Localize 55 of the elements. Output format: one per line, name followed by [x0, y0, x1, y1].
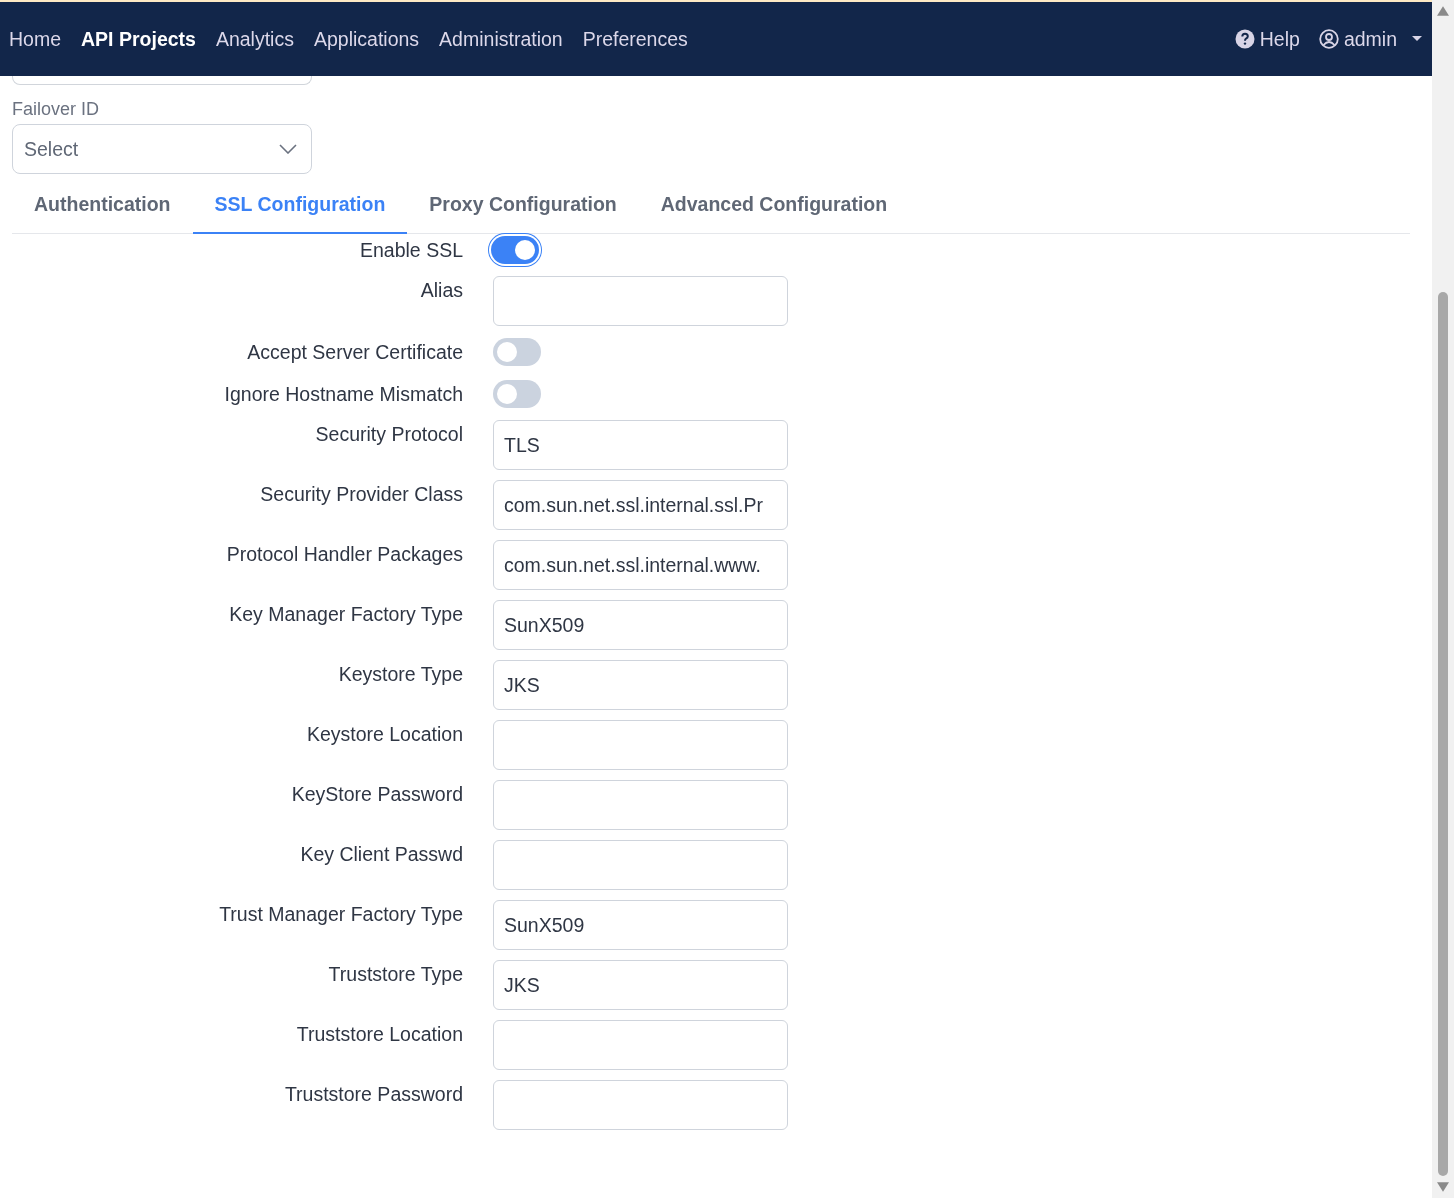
- toggle-switch[interactable]: [491, 236, 539, 264]
- field-label: Keystore Location: [305, 722, 463, 746]
- toggle-switch[interactable]: [493, 338, 541, 366]
- tab[interactable]: SSL Configuration: [192, 177, 408, 234]
- field-label: Failover ID: [12, 99, 101, 120]
- nav-link[interactable]: Preferences: [582, 27, 688, 51]
- scroll-up-icon[interactable]: [1437, 6, 1449, 16]
- user-icon: [1318, 29, 1339, 49]
- field-label: Truststore Password: [283, 1082, 463, 1106]
- field-label: Enable SSL: [359, 238, 463, 262]
- field-label: Truststore Type: [327, 962, 463, 986]
- nav-link[interactable]: Applications: [313, 27, 420, 51]
- help-link[interactable]: Help: [1234, 27, 1300, 51]
- field-label: Alias: [419, 278, 463, 302]
- caret-icon: [1412, 36, 1422, 42]
- input-field[interactable]: JKS: [493, 960, 788, 1010]
- input-field[interactable]: [493, 1080, 788, 1130]
- select-dropdown[interactable]: Select: [12, 124, 312, 174]
- input-field[interactable]: [493, 720, 788, 770]
- field-label: Protocol Handler Packages: [225, 542, 463, 566]
- input-field[interactable]: [493, 780, 788, 830]
- nav-link[interactable]: Home: [9, 27, 62, 51]
- nav-link[interactable]: Administration: [439, 27, 563, 51]
- tab[interactable]: Authentication: [12, 177, 193, 234]
- field-label: Keystore Type: [337, 662, 463, 686]
- field-label: Key Manager Factory Type: [228, 602, 463, 626]
- field-label: Accept Server Certificate: [246, 340, 463, 364]
- field-label: Security Protocol: [314, 422, 463, 446]
- field-label: Trust Manager Factory Type: [218, 902, 463, 926]
- scroll-down-icon[interactable]: [1437, 1182, 1449, 1192]
- field-label: Key Client Passwd: [299, 842, 463, 866]
- input-field[interactable]: SunX509: [493, 600, 788, 650]
- input-field[interactable]: [493, 840, 788, 890]
- input-field[interactable]: [493, 276, 788, 326]
- field-label: Truststore Location: [295, 1022, 463, 1046]
- tab[interactable]: Advanced Configuration: [638, 177, 910, 234]
- nav-link[interactable]: Analytics: [215, 27, 294, 51]
- input-field[interactable]: TLS: [493, 420, 788, 470]
- user-menu[interactable]: admin: [1318, 27, 1422, 51]
- input-field[interactable]: [493, 1020, 788, 1070]
- tab[interactable]: Proxy Configuration: [407, 177, 639, 234]
- field-label: Security Provider Class: [259, 482, 463, 506]
- field-label: Ignore Hostname Mismatch: [223, 382, 463, 406]
- input-field[interactable]: [12, 76, 312, 85]
- toggle-switch[interactable]: [493, 380, 541, 408]
- nav-link[interactable]: API Projects: [81, 27, 196, 51]
- help-icon: [1234, 29, 1255, 49]
- input-field[interactable]: JKS: [493, 660, 788, 710]
- scrollbar-thumb[interactable]: [1438, 292, 1448, 1176]
- input-field[interactable]: com.sun.net.ssl.internal.www.: [493, 540, 788, 590]
- input-field[interactable]: SunX509: [493, 900, 788, 950]
- field-label: KeyStore Password: [290, 782, 463, 806]
- scrollbar[interactable]: [1432, 0, 1454, 1198]
- chevron-down-icon: [279, 144, 297, 154]
- input-field[interactable]: com.sun.net.ssl.internal.ssl.Pr: [493, 480, 788, 530]
